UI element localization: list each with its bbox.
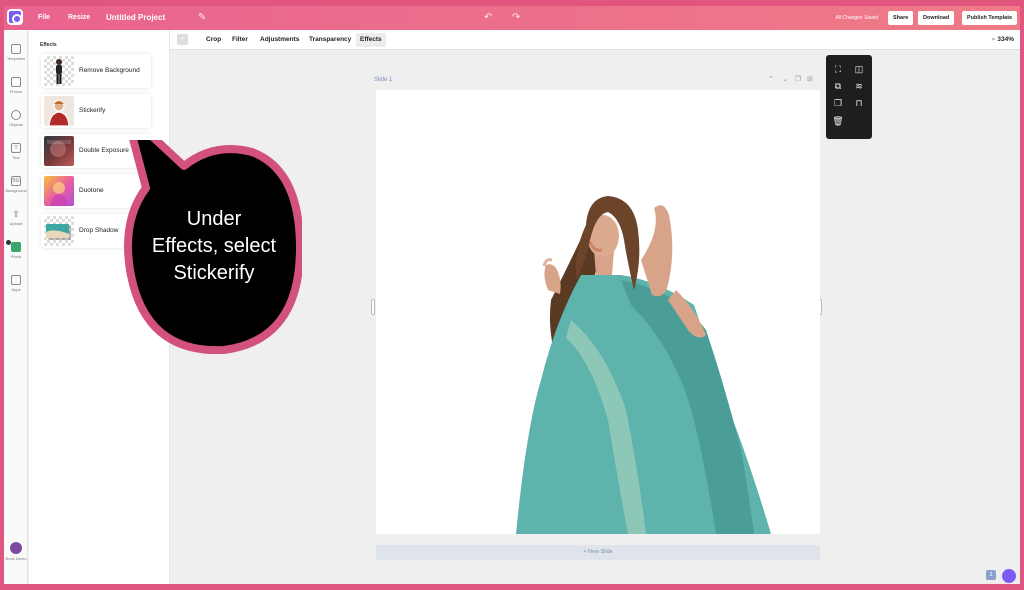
rail-item-objects[interactable]: Objects: [4, 110, 28, 127]
redo-icon[interactable]: ↷: [512, 11, 520, 25]
rail-label: Upload: [9, 221, 23, 226]
effect-label: Duotone: [79, 187, 104, 194]
slide-canvas[interactable]: [376, 90, 820, 534]
pixels-icon: [11, 242, 21, 252]
text-icon: T: [11, 143, 21, 153]
rail-label: Objects: [9, 122, 23, 127]
slide-down-icon[interactable]: ⌄: [782, 75, 788, 83]
notification-dot: [6, 240, 11, 245]
rail-item-photos[interactable]: Photos: [4, 77, 28, 94]
panel-title: Effects: [40, 42, 57, 48]
magnifier-icon: ⌕: [991, 36, 996, 43]
back-square-icon[interactable]: +: [177, 34, 188, 45]
zoom-level: 334%: [997, 36, 1014, 43]
file-menu[interactable]: File: [38, 6, 50, 30]
rail-label: Text: [12, 155, 20, 160]
callout-line: Under: [186, 208, 242, 230]
rail-item-book-demo[interactable]: Book Demo: [4, 542, 28, 561]
effect-stickerify[interactable]: Stickerify: [41, 94, 151, 128]
effect-label: Remove Background: [79, 67, 140, 74]
rail-label: Apps: [11, 287, 21, 292]
layers-icon[interactable]: ≋: [853, 80, 865, 92]
save-status: All Changes Saved: [835, 15, 878, 21]
fit-to-canvas-icon[interactable]: ⛶: [832, 63, 844, 75]
tab-filter[interactable]: Filter: [228, 33, 252, 47]
photos-icon: [11, 77, 21, 87]
effect-thumbnail: [44, 56, 74, 86]
rail-label: Background: [5, 188, 27, 193]
tab-transparency[interactable]: Transparency: [305, 33, 355, 47]
replace-image-icon[interactable]: ⧉: [832, 80, 844, 92]
apps-grid-icon: [11, 275, 21, 285]
callout-line: Effects, select: [151, 235, 277, 257]
effect-label: Double Exposure: [79, 147, 129, 154]
rail-item-background[interactable]: BG Background: [4, 176, 28, 193]
tab-adjustments[interactable]: Adjustments: [256, 33, 303, 47]
page-badge[interactable]: 1: [986, 570, 996, 580]
left-rail: Templates Photos Objects T Text BG Backg…: [4, 30, 28, 584]
element-tools-menu: ⛶ ◫ ⧉ ≋ ❐ ⊓ 🗑: [826, 55, 872, 139]
rail-label: Photos: [9, 89, 23, 94]
effect-thumbnail: [44, 96, 74, 126]
effect-thumbnail: [44, 176, 74, 206]
zoom-control[interactable]: ⌕ 334%: [992, 33, 1014, 47]
objects-icon: [11, 110, 21, 120]
woman-in-saree-image[interactable]: [376, 90, 820, 534]
callout-line: Stickerify: [173, 262, 255, 284]
flip-icon[interactable]: ◫: [853, 63, 865, 75]
callout-text: Under Effects, select Stickerify: [132, 206, 296, 287]
image-toolbar: + Crop Filter Adjustments Transparency E…: [170, 30, 1020, 50]
rail-item-upload[interactable]: ⇪ Upload: [4, 209, 28, 226]
edit-name-icon[interactable]: ✎: [198, 11, 206, 25]
add-slide-icon[interactable]: ⊞: [807, 75, 813, 83]
app-window: File Resize Untitled Project ✎ ↶ ↷ All C…: [4, 6, 1020, 584]
rail-item-pixels[interactable]: Pixels: [4, 240, 28, 259]
rail-item-apps[interactable]: Apps: [4, 275, 28, 292]
resize-handle-left[interactable]: [371, 299, 375, 315]
slide-up-icon[interactable]: ⌃: [768, 75, 774, 83]
trash-icon[interactable]: 🗑: [832, 115, 844, 127]
rail-label: Pixels: [10, 254, 22, 259]
new-slide-button[interactable]: + New Slide: [376, 545, 820, 560]
tab-crop[interactable]: Crop: [202, 33, 225, 47]
resize-menu[interactable]: Resize: [68, 6, 90, 30]
top-bar: File Resize Untitled Project ✎ ↶ ↷ All C…: [4, 6, 1020, 30]
publish-template-button[interactable]: Publish Template: [962, 11, 1018, 25]
phone-icon: [10, 542, 22, 554]
rail-item-templates[interactable]: Templates: [4, 44, 28, 61]
background-icon: BG: [11, 176, 21, 186]
effect-label: Stickerify: [79, 107, 106, 114]
effect-thumbnail: [44, 136, 74, 166]
effect-label: Drop Shadow: [79, 227, 119, 234]
duplicate-slide-icon[interactable]: ❐: [795, 75, 801, 83]
templates-icon: [11, 44, 21, 54]
rail-item-text[interactable]: T Text: [4, 143, 28, 160]
chat-icon[interactable]: [1002, 569, 1016, 583]
slide-label: Slide 1: [374, 77, 393, 83]
share-button[interactable]: Share: [888, 11, 914, 25]
undo-icon[interactable]: ↶: [484, 11, 492, 25]
tab-effects[interactable]: Effects: [356, 33, 386, 47]
app-logo-icon[interactable]: [7, 9, 23, 25]
project-name[interactable]: Untitled Project: [106, 6, 165, 30]
rail-label: Book Demo: [5, 556, 27, 561]
effect-remove-background[interactable]: Remove Background: [41, 54, 151, 88]
lock-icon[interactable]: ⊓: [853, 97, 865, 109]
download-button[interactable]: Download: [918, 11, 955, 25]
copy-icon[interactable]: ❐: [832, 97, 844, 109]
rail-label: Templates: [6, 56, 26, 61]
effect-thumbnail: [44, 216, 74, 246]
upload-icon: ⇪: [12, 209, 20, 219]
